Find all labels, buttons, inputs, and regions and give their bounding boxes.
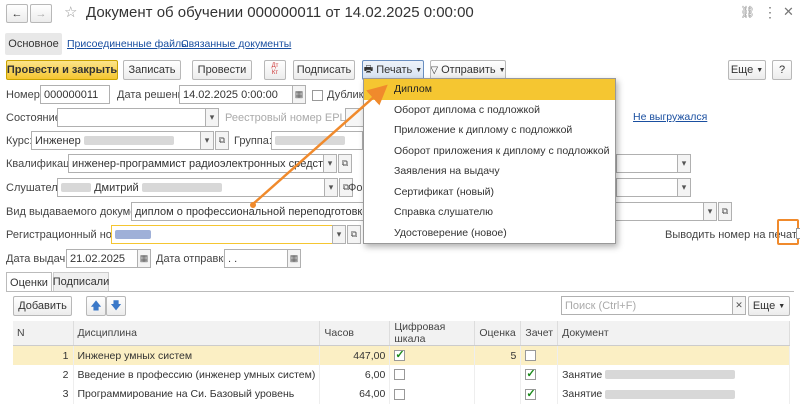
annotation-arrows <box>250 84 388 208</box>
annotation-dot <box>250 202 256 208</box>
annotation-arrow <box>252 84 388 205</box>
